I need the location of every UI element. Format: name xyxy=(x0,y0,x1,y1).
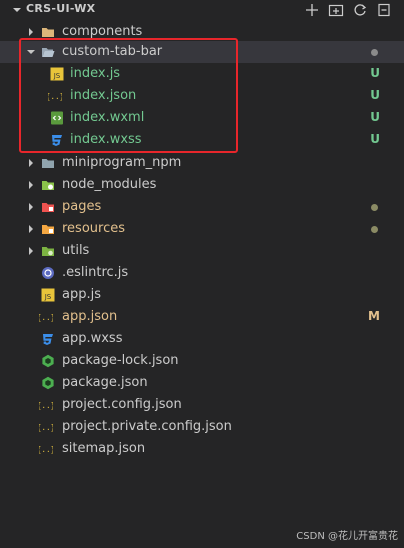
tree-item-app-json[interactable]: {..} app.json M xyxy=(0,306,404,328)
tree-item-project-config-json[interactable]: {..} project.config.json xyxy=(0,394,404,416)
new-folder-icon[interactable] xyxy=(324,1,348,19)
tree-item-label: package-lock.json xyxy=(62,353,179,368)
git-status-modified: M xyxy=(368,309,380,323)
tree-item-components[interactable]: components xyxy=(0,21,404,43)
json-file-icon: {..} xyxy=(39,313,53,322)
chevron-right-icon xyxy=(29,203,33,211)
tree-item-sitemap-json[interactable]: {..} sitemap.json xyxy=(0,438,404,460)
utils-folder-icon xyxy=(42,247,54,256)
tree-item-label: components xyxy=(62,24,143,39)
npm-package-icon xyxy=(42,376,54,390)
css-file-icon xyxy=(52,135,62,146)
tree-item-label: app.js xyxy=(62,287,101,302)
tree-item-custom-tab-bar[interactable]: custom-tab-bar xyxy=(0,41,404,63)
tree-item-package-json[interactable]: package.json xyxy=(0,372,404,394)
css-file-icon xyxy=(43,334,53,345)
folder-open-icon xyxy=(42,48,55,57)
chevron-right-icon xyxy=(29,28,33,36)
js-file-icon: JS xyxy=(50,67,64,81)
tree-item-pages[interactable]: pages xyxy=(0,196,404,218)
tree-item-index-js[interactable]: JS index.js U xyxy=(0,63,404,85)
tree-item-label: node_modules xyxy=(62,177,157,192)
svg-text:{..}: {..} xyxy=(39,313,53,322)
json-file-icon: {..} xyxy=(39,401,53,410)
tree-item-project-private-config-json[interactable]: {..} project.private.config.json xyxy=(0,416,404,438)
tree-item-package-lock-json[interactable]: package-lock.json xyxy=(0,350,404,372)
tree-item-label: index.wxml xyxy=(70,110,145,125)
git-status-dot xyxy=(371,49,378,56)
git-status-untracked: U xyxy=(370,132,380,146)
resources-folder-icon xyxy=(42,225,54,234)
explorer-title: CRS-UI-WX xyxy=(26,2,96,15)
chevron-right-icon xyxy=(29,225,33,233)
chevron-down-icon xyxy=(27,50,35,54)
new-file-icon[interactable] xyxy=(300,1,324,19)
tree-item-node-modules[interactable]: node_modules xyxy=(0,174,404,196)
eslint-icon xyxy=(42,267,54,279)
file-explorer: CRS-UI-WX components custom-tab-bar JS i… xyxy=(0,0,404,548)
npm-package-icon xyxy=(42,354,54,368)
svg-text:{..}: {..} xyxy=(39,423,53,432)
git-status-untracked: U xyxy=(370,110,380,124)
folder-icon xyxy=(42,159,54,168)
git-status-dot xyxy=(371,204,378,211)
tree-item-miniprogram-npm[interactable]: miniprogram_npm xyxy=(0,152,404,174)
json-file-icon: {..} xyxy=(39,445,53,454)
tree-item-label: package.json xyxy=(62,375,148,390)
tree-item-label: app.json xyxy=(62,309,118,324)
json-file-icon: {..} xyxy=(48,92,62,101)
refresh-icon[interactable] xyxy=(348,1,372,19)
pages-folder-icon xyxy=(42,203,54,212)
tree-item-label: index.json xyxy=(70,88,137,103)
tree-item-label: miniprogram_npm xyxy=(62,155,182,170)
chevron-right-icon xyxy=(29,247,33,255)
git-status-dot xyxy=(371,226,378,233)
collapse-all-icon[interactable] xyxy=(372,1,396,19)
svg-text:{..}: {..} xyxy=(39,401,53,410)
wxml-file-icon xyxy=(51,111,63,125)
chevron-down-icon[interactable] xyxy=(12,5,22,15)
tree-item-index-json[interactable]: {..} index.json U xyxy=(0,85,404,107)
tree-item-index-wxss[interactable]: index.wxss U xyxy=(0,129,404,151)
tree-item-label: project.private.config.json xyxy=(62,419,232,434)
explorer-header[interactable]: CRS-UI-WX xyxy=(0,0,404,20)
tree-item-label: .eslintrc.js xyxy=(62,265,129,280)
tree-item-resources[interactable]: resources xyxy=(0,218,404,240)
tree-item-label: resources xyxy=(62,221,126,236)
tree-item-label: app.wxss xyxy=(62,331,123,346)
tree-item-app-wxss[interactable]: app.wxss xyxy=(0,328,404,350)
tree-item-label: project.config.json xyxy=(62,397,182,412)
tree-item-label: index.wxss xyxy=(70,132,142,147)
chevron-right-icon xyxy=(29,159,33,167)
tree-item-label: index.js xyxy=(70,66,121,81)
svg-text:{..}: {..} xyxy=(48,92,62,101)
tree-item-app-js[interactable]: JS app.js xyxy=(0,284,404,306)
explorer-actions xyxy=(300,1,396,19)
svg-text:JS: JS xyxy=(53,72,61,80)
tree-item-label: pages xyxy=(62,199,102,214)
tree-item-label: sitemap.json xyxy=(62,441,146,456)
node-folder-icon xyxy=(42,181,54,190)
tree-item-label: utils xyxy=(62,243,90,258)
folder-icon xyxy=(42,28,54,37)
watermark-text: CSDN @花儿开富贵花 xyxy=(296,531,398,542)
svg-text:{..}: {..} xyxy=(39,445,53,454)
git-status-untracked: U xyxy=(370,66,380,80)
json-file-icon: {..} xyxy=(39,423,53,432)
git-status-untracked: U xyxy=(370,88,380,102)
chevron-right-icon xyxy=(29,181,33,189)
tree-item-utils[interactable]: utils xyxy=(0,240,404,262)
svg-text:JS: JS xyxy=(44,293,52,301)
tree-item-index-wxml[interactable]: index.wxml U xyxy=(0,107,404,129)
tree-item-eslintrc[interactable]: .eslintrc.js xyxy=(0,262,404,284)
js-file-icon: JS xyxy=(41,288,55,302)
tree-item-label: custom-tab-bar xyxy=(62,44,163,59)
